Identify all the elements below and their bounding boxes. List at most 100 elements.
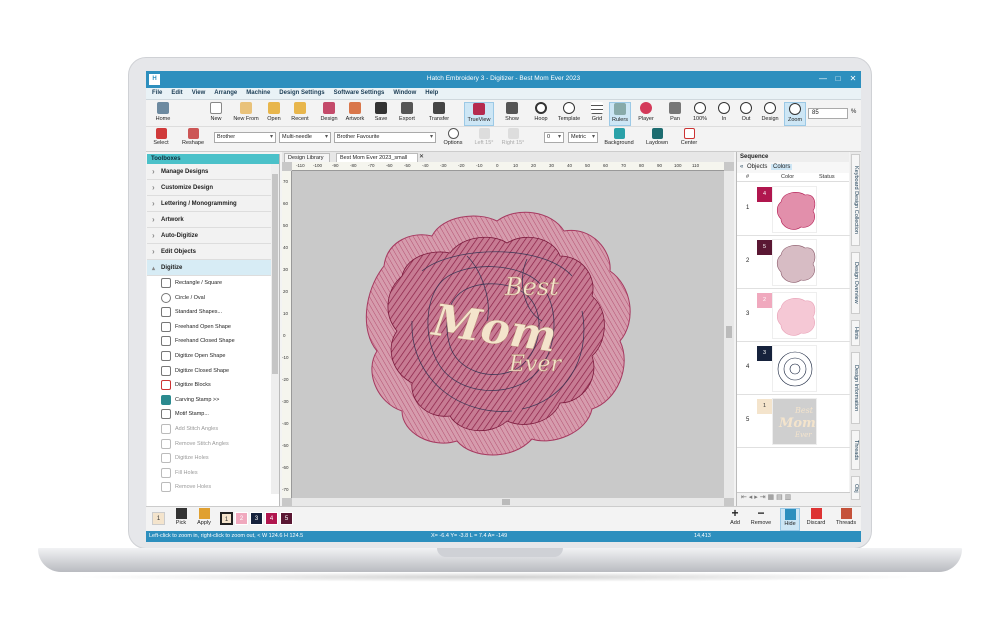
palette-color-5[interactable]: 5 — [280, 512, 293, 525]
tool-standard-shapes[interactable]: Standard Shapes... — [147, 305, 279, 320]
units-select[interactable]: Metric — [568, 132, 598, 143]
angle-input[interactable]: 0 — [544, 132, 564, 143]
artwork-button[interactable]: Artwork — [342, 102, 368, 126]
tool-freehand-open[interactable]: Freehand Open Shape — [147, 320, 279, 335]
center-button[interactable]: Center — [678, 128, 700, 150]
category-auto-digitize[interactable]: Auto-Digitize — [147, 228, 279, 244]
scrollbar-thumb[interactable] — [272, 174, 278, 374]
tool-add-stitch-angles[interactable]: Add Stitch Angles — [147, 422, 279, 437]
tab-active-design[interactable]: Best Mom Ever 2023_small — [336, 153, 418, 162]
sequence-row[interactable]: 1 4 — [737, 183, 850, 236]
minimize-button[interactable]: — — [816, 73, 830, 85]
rulers-button[interactable]: Rulers — [609, 102, 631, 126]
collapse-icon[interactable]: « — [740, 164, 743, 170]
tool-remove-stitch-angles[interactable]: Remove Stitch Angles — [147, 437, 279, 452]
recent-button[interactable]: Recent — [287, 102, 313, 126]
zoom-button[interactable]: Zoom — [784, 102, 806, 126]
palette-color-2[interactable]: 2 — [235, 512, 248, 525]
new-from-button[interactable]: New From — [229, 102, 263, 126]
menu-arrange[interactable]: Arrange — [208, 88, 240, 96]
scrollbar-thumb[interactable] — [726, 326, 732, 338]
remove-color-button[interactable]: − Remove — [748, 507, 774, 531]
sequence-row[interactable]: 5 1 Best Mom Ever — [737, 395, 850, 448]
tool-freehand-closed[interactable]: Freehand Closed Shape — [147, 334, 279, 349]
category-manage-designs[interactable]: Manage Designs — [147, 164, 279, 180]
show-button[interactable]: Show — [501, 102, 523, 126]
zoom-level-input[interactable]: 85 — [808, 108, 848, 119]
current-color-swatch[interactable]: 1 — [152, 512, 165, 525]
save-button[interactable]: Save — [372, 102, 390, 126]
threads-button[interactable]: Threads — [833, 508, 859, 531]
tool-digitize-closed[interactable]: Digitize Closed Shape — [147, 364, 279, 379]
new-button[interactable]: New — [208, 102, 224, 126]
trueview-button[interactable]: TrueView — [464, 102, 494, 126]
category-artwork[interactable]: Artwork — [147, 212, 279, 228]
tool-digitize-holes[interactable]: Digitize Holes — [147, 451, 279, 466]
tool-digitize-open[interactable]: Digitize Open Shape — [147, 349, 279, 364]
hoop-button[interactable]: Hoop — [532, 102, 550, 126]
tab-design-library[interactable]: Design Library — [284, 153, 330, 162]
tool-circle[interactable]: Circle / Oval — [147, 291, 279, 306]
discard-button[interactable]: Discard — [803, 508, 829, 531]
zoom-in-button[interactable]: In — [716, 102, 732, 126]
player-button[interactable]: Player — [635, 102, 657, 126]
zoom-design-button[interactable]: Design — [759, 102, 781, 126]
design-button[interactable]: Design — [317, 102, 341, 126]
tool-rectangle[interactable]: Rectangle / Square — [147, 276, 279, 291]
side-tab-hints[interactable]: Hints — [851, 320, 860, 346]
sequence-row[interactable]: 4 3 — [737, 342, 850, 395]
machine-brand-select[interactable]: Brother — [214, 132, 276, 143]
options-button[interactable]: Options — [440, 128, 466, 150]
grid-button[interactable]: Grid — [589, 102, 605, 126]
side-tab-keyboard-design-collection[interactable]: Keyboard Design Collection — [851, 154, 860, 246]
hide-button[interactable]: Hide — [780, 508, 800, 531]
tool-carving-stamp[interactable]: Carving Stamp >> — [147, 393, 279, 408]
menu-software-settings[interactable]: Software Settings — [328, 88, 388, 96]
close-tab-icon[interactable]: ✕ — [419, 153, 424, 160]
zoom-out-button[interactable]: Out — [738, 102, 754, 126]
category-customize-design[interactable]: Customize Design — [147, 180, 279, 196]
canvas-vertical-scrollbar[interactable] — [724, 171, 734, 498]
category-digitize[interactable]: Digitize — [147, 260, 279, 276]
category-edit-objects[interactable]: Edit Objects — [147, 244, 279, 260]
open-button[interactable]: Open — [265, 102, 283, 126]
palette-color-1[interactable]: 1 — [220, 512, 233, 525]
zoom-100-button[interactable]: 100% — [689, 102, 711, 126]
transfer-button[interactable]: Transfer — [422, 102, 456, 126]
sequence-row[interactable]: 3 2 — [737, 289, 850, 342]
menu-file[interactable]: File — [146, 88, 165, 96]
tool-digitize-blocks[interactable]: Digitize Blocks — [147, 378, 279, 393]
tool-remove-holes[interactable]: Remove Holes — [147, 480, 279, 495]
menu-help[interactable]: Help — [419, 88, 441, 96]
tool-motif-stamp[interactable]: Motif Stamp... — [147, 407, 279, 422]
side-tab-objects[interactable]: Obj — [851, 476, 860, 500]
menu-view[interactable]: View — [186, 88, 209, 96]
select-button[interactable]: Select — [150, 128, 172, 150]
laydown-button[interactable]: Laydown — [642, 128, 672, 150]
pan-button[interactable]: Pan — [666, 102, 684, 126]
tab-objects[interactable]: Objects — [745, 164, 769, 170]
tab-colors[interactable]: Colors — [771, 164, 793, 170]
pick-button[interactable]: Pick — [172, 508, 190, 531]
menu-design-settings[interactable]: Design Settings — [273, 88, 327, 96]
add-color-button[interactable]: + Add — [726, 507, 744, 531]
rotate-left-button[interactable]: Left 15° — [472, 128, 496, 150]
template-button[interactable]: Template — [554, 102, 584, 126]
close-button[interactable]: ✕ — [846, 73, 860, 85]
palette-color-3[interactable]: 3 — [250, 512, 263, 525]
scrollbar-thumb[interactable] — [502, 499, 510, 505]
category-lettering[interactable]: Lettering / Monogramming — [147, 196, 279, 212]
menu-edit[interactable]: Edit — [165, 88, 185, 96]
rotate-right-button[interactable]: Right 15° — [499, 128, 527, 150]
design-canvas[interactable]: Best Mom Ever — [292, 171, 724, 498]
sequence-row[interactable]: 2 5 — [737, 236, 850, 289]
home-button[interactable]: Home — [150, 102, 176, 126]
thread-chart-select[interactable]: Brother Favourite — [334, 132, 436, 143]
background-button[interactable]: Background — [601, 128, 637, 150]
export-button[interactable]: Export — [396, 102, 418, 126]
menu-machine[interactable]: Machine — [240, 88, 273, 96]
canvas-horizontal-scrollbar[interactable] — [292, 498, 724, 506]
side-tab-design-information[interactable]: Design Information — [851, 352, 860, 424]
toolboxes-scrollbar[interactable] — [271, 164, 279, 494]
side-tab-design-overview[interactable]: Design Overview — [851, 252, 860, 314]
